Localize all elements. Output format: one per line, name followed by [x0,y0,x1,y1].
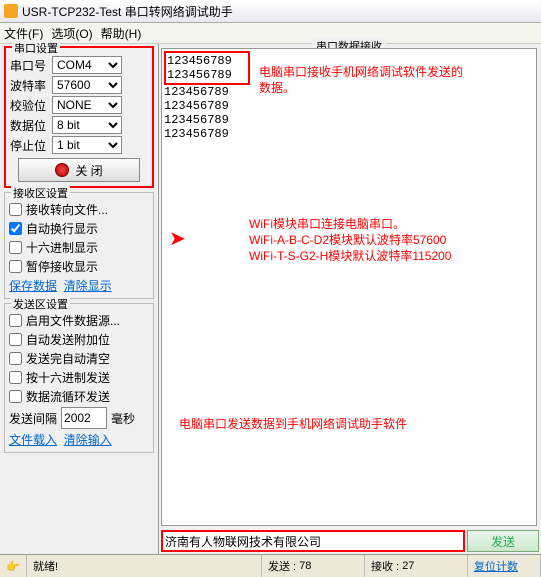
data-label: 数据位 [10,117,48,134]
clear-input-link[interactable]: 清除输入 [64,433,112,447]
titlebar: USR-TCP232-Test 串口转网络调试助手 [0,0,541,23]
interval-input[interactable] [61,407,107,429]
parity-select[interactable]: NONE [52,96,122,114]
tx-opt-label: 发送完自动清空 [26,350,110,367]
arrow-icon: ➤ [169,226,186,251]
clear-display-link[interactable]: 清除显示 [64,279,112,293]
menu-help[interactable]: 帮助(H) [101,25,142,42]
parity-label: 校验位 [10,97,48,114]
rx-settings-group: 接收区设置 接收转向文件...自动换行显示十六进制显示暂停接收显示 保存数据 清… [4,192,154,299]
menu-file[interactable]: 文件(F) [4,25,43,42]
send-input[interactable] [161,530,465,552]
rx-line: 123456789 [164,127,534,141]
group-title: 接收区设置 [11,185,70,201]
sent-count: 78 [299,560,311,572]
rx-opt-checkbox[interactable] [9,222,22,235]
app-icon [4,4,18,18]
group-title: 串口设置 [12,40,60,56]
tx-opt-checkbox[interactable] [9,390,22,403]
annotation: 电脑串口接收手机网络调试软件发送的数据。 [259,64,463,96]
group-title: 发送区设置 [11,296,70,312]
recv-count: 27 [402,560,414,572]
rx-line: 123456789 [164,99,534,113]
rx-opt-checkbox[interactable] [9,203,22,216]
interval-label: 发送间隔 [9,410,57,427]
serial-settings-group: 串口设置 串口号COM4 波特率57600 校验位NONE 数据位8 bit 停… [4,46,154,188]
close-port-button[interactable]: 关 闭 [18,158,140,182]
stop-select[interactable]: 1 bit [52,136,122,154]
rx-opt-checkbox[interactable] [9,241,22,254]
rx-opt-label: 十六进制显示 [26,239,98,256]
record-icon [55,163,69,177]
tx-opt-checkbox[interactable] [9,352,22,365]
rx-line: 123456789 [167,68,247,82]
annotation: 电脑串口发送数据到手机网络调试助手软件 [179,416,407,432]
window-title: USR-TCP232-Test 串口转网络调试助手 [22,3,233,20]
port-label: 串口号 [10,57,48,74]
tx-opt-label: 数据流循环发送 [26,388,110,405]
tx-settings-group: 发送区设置 启用文件数据源...自动发送附加位发送完自动清空按十六进制发送数据流… [4,303,154,453]
status-bar: 👉 就绪! 发送 : 78 接收 : 27 复位计数 [0,554,541,577]
port-select[interactable]: COM4 [52,56,122,74]
rx-opt-label: 暂停接收显示 [26,258,98,275]
rx-opt-label: 自动换行显示 [26,220,98,237]
rx-line: 123456789 [167,54,247,68]
annotation: WiFi模块串口连接电脑串口。WiFi-A-B-C-D2模块默认波特率57600… [249,216,451,264]
tx-opt-label: 按十六进制发送 [26,369,110,386]
tx-opt-checkbox[interactable] [9,333,22,346]
tx-opt-checkbox[interactable] [9,314,22,327]
data-select[interactable]: 8 bit [52,116,122,134]
tx-opt-checkbox[interactable] [9,371,22,384]
stop-label: 停止位 [10,137,48,154]
rx-data-area[interactable]: 123456789123456789 123456789123456789123… [161,48,537,526]
baud-select[interactable]: 57600 [52,76,122,94]
file-load-link[interactable]: 文件载入 [9,433,57,447]
menubar: 文件(F) 选项(O) 帮助(H) [0,23,541,44]
send-button[interactable]: 发送 [467,530,539,552]
save-data-link[interactable]: 保存数据 [9,279,57,293]
rx-opt-label: 接收转向文件... [26,201,108,218]
interval-unit: 毫秒 [111,410,135,427]
baud-label: 波特率 [10,77,48,94]
status-ready: 就绪! [27,555,262,577]
reset-count-link[interactable]: 复位计数 [468,555,541,577]
rx-opt-checkbox[interactable] [9,260,22,273]
tx-opt-label: 启用文件数据源... [26,312,120,329]
tx-opt-label: 自动发送附加位 [26,331,110,348]
rx-line: 123456789 [164,113,534,127]
menu-options[interactable]: 选项(O) [51,25,92,42]
